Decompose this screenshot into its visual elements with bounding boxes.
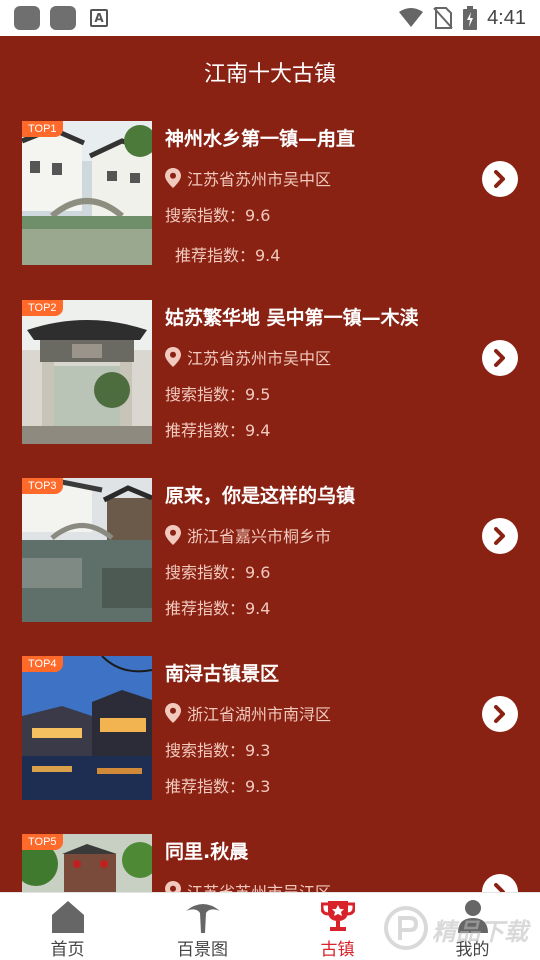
- location-pin-icon: [165, 703, 181, 723]
- rank-badge: TOP3: [22, 478, 63, 494]
- open-detail-button[interactable]: [482, 696, 518, 732]
- open-detail-button[interactable]: [482, 874, 518, 892]
- location-row: 江苏省苏州市吴江区: [165, 879, 331, 892]
- chevron-right-icon: [494, 527, 505, 545]
- town-thumbnail: TOP2: [22, 300, 152, 444]
- trophy-icon: [320, 901, 355, 931]
- open-detail-button[interactable]: [482, 518, 518, 554]
- battery-icon: [463, 6, 478, 30]
- chevron-right-icon: [494, 170, 505, 188]
- chevron-right-icon: [494, 705, 505, 723]
- search-index: 搜索指数：9.5: [165, 385, 271, 404]
- clock: 4:41: [487, 6, 526, 29]
- location-row: 浙江省嘉兴市桐乡市: [165, 523, 331, 547]
- no-sim-icon: [433, 7, 453, 29]
- location-text: 江苏省苏州市吴江区: [187, 879, 331, 892]
- tab-home[interactable]: 首页: [0, 893, 135, 960]
- location-pin-icon: [165, 168, 181, 188]
- rank-badge: TOP5: [22, 834, 63, 850]
- search-index: 搜索指数：9.3: [165, 741, 271, 760]
- location-text: 浙江省湖州市南浔区: [187, 705, 332, 724]
- town-list[interactable]: TOP1 神州水乡第一镇—甪直 江苏省苏州市吴中区 搜索指数：9.6 推荐指数：…: [0, 106, 540, 892]
- tab-label: 首页: [50, 940, 85, 960]
- tab-label: 百景图: [177, 940, 228, 960]
- open-detail-button[interactable]: [482, 340, 518, 376]
- town-title: 姑苏繁华地 吴中第一镇—木渎: [165, 307, 419, 329]
- town-title: 神州水乡第一镇—甪直: [165, 128, 356, 150]
- town-title: 原来，你是这样的乌镇: [165, 485, 356, 507]
- recommend-index: 推荐指数：9.4: [165, 421, 271, 440]
- town-thumbnail: TOP5: [22, 834, 152, 892]
- app-header: 江南十大古镇: [0, 36, 540, 106]
- location-text: 江苏省苏州市吴中区: [187, 170, 332, 189]
- recommend-index: 推荐指数：9.4: [165, 599, 271, 618]
- location-pin-icon: [165, 525, 181, 545]
- recommend-index: 推荐指数：9.4: [175, 246, 281, 265]
- list-item[interactable]: TOP3 原来，你是这样的乌镇 浙江省嘉兴市桐乡市 搜索指数：9.6 推荐指数：…: [22, 463, 522, 622]
- rank-badge: TOP1: [22, 121, 63, 137]
- notification-icon: [14, 6, 40, 30]
- list-item[interactable]: TOP5 同里.秋晨 江苏省苏州市吴江区: [22, 819, 522, 892]
- watermark-logo: [384, 906, 428, 950]
- location-text: 浙江省嘉兴市桐乡市: [187, 527, 332, 546]
- chevron-right-icon: [494, 349, 505, 367]
- tab-scenery[interactable]: 百景图: [135, 893, 270, 960]
- town-thumbnail: TOP4: [22, 656, 152, 800]
- location-pin-icon: [165, 347, 181, 367]
- search-index: 搜索指数：9.6: [165, 563, 271, 582]
- location-text: 江苏省苏州市吴中区: [187, 349, 332, 368]
- list-item[interactable]: TOP2 姑苏繁华地 吴中第一镇—木渎 江苏省苏州市吴中区 搜索指数：9.5 推…: [22, 285, 522, 444]
- wifi-icon: [399, 8, 424, 27]
- location-pin-icon: [165, 881, 181, 892]
- open-detail-button[interactable]: [482, 161, 518, 197]
- location-row: 江苏省苏州市吴中区: [165, 166, 331, 190]
- list-item[interactable]: TOP4 南浔古镇景区 浙江省湖州市南浔区 搜索指数：9.3 推荐指数：9.3: [22, 641, 522, 800]
- watermark: 精品下载: [380, 898, 540, 960]
- page-title: 江南十大古镇: [203, 62, 336, 87]
- text-notification-icon: A: [90, 9, 108, 27]
- home-icon: [51, 901, 84, 933]
- recommend-index: 推荐指数：9.3: [165, 777, 271, 796]
- notification-icon: [50, 6, 76, 30]
- tree-icon: [185, 904, 220, 933]
- rank-badge: TOP4: [22, 656, 63, 672]
- location-row: 浙江省湖州市南浔区: [165, 701, 331, 725]
- town-thumbnail: TOP1: [22, 121, 152, 265]
- list-item[interactable]: TOP1 神州水乡第一镇—甪直 江苏省苏州市吴中区 搜索指数：9.6 推荐指数：…: [22, 106, 522, 265]
- town-thumbnail: TOP3: [22, 478, 152, 622]
- town-title: 同里.秋晨: [165, 841, 249, 863]
- chevron-right-icon: [494, 883, 505, 892]
- location-row: 江苏省苏州市吴中区: [165, 345, 331, 369]
- town-title: 南浔古镇景区: [165, 663, 280, 685]
- search-index: 搜索指数：9.6: [165, 206, 271, 225]
- rank-badge: TOP2: [22, 300, 63, 316]
- status-bar: A 4:41: [0, 0, 540, 36]
